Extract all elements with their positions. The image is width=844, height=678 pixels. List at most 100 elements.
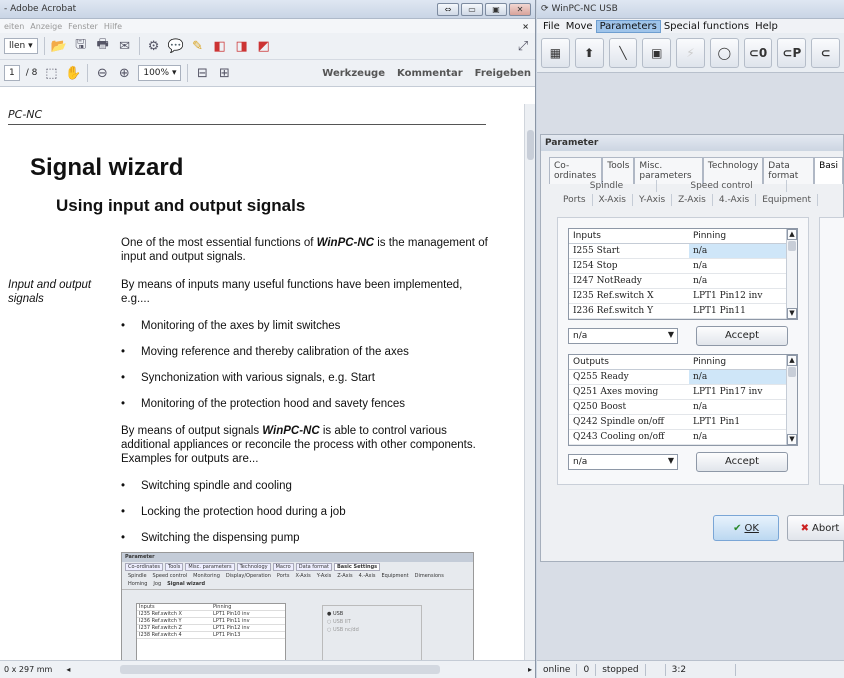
scroll-thumb[interactable] (788, 367, 796, 377)
acrobat-nav-toolbar: 1 / 8 ⬚ ✋ ⊖ ⊕ 100% ▾ ⊟ ⊞ Werkzeuge Komme… (0, 60, 535, 87)
home-icon[interactable]: ⬆ (574, 37, 604, 68)
menu-edit[interactable]: eiten (4, 22, 24, 31)
thumb-subtab: Ports (276, 573, 290, 579)
scroll-thumb[interactable] (527, 130, 534, 160)
thumb-tabs: Co-ordinates Tools Misc. parameters Tech… (122, 562, 473, 572)
comment-link[interactable]: Kommentar (397, 68, 463, 79)
expand-icon[interactable]: ⤢ (515, 38, 531, 54)
zoom-out-icon[interactable]: ⊖ (94, 65, 110, 81)
zoom-in-icon[interactable]: ⊕ (116, 65, 132, 81)
pdf-export-icon[interactable]: ◧ (212, 38, 228, 54)
thumb-subtab: Jog (153, 581, 162, 587)
abort-button[interactable]: ✖ Abort (787, 515, 844, 541)
table-row[interactable]: Q243 Cooling on/off n/a (569, 430, 797, 445)
zero-icon[interactable]: ⊂0 (743, 37, 773, 68)
lightning-icon[interactable]: ⚡ (676, 37, 705, 68)
tab-equipment[interactable]: Equipment (756, 194, 819, 206)
tool-icon[interactable]: ╲ (608, 37, 638, 68)
menu-help[interactable]: Help (752, 21, 781, 32)
tab-x-axis[interactable]: X-Axis (593, 194, 633, 206)
separator (187, 64, 189, 82)
tab-4-axis[interactable]: 4.-Axis (713, 194, 757, 206)
select-tool-icon[interactable]: ⬚ (43, 65, 59, 81)
outputs-pin-combo[interactable]: n/a ▼ (568, 454, 678, 470)
menu-help[interactable]: Hilfe (104, 22, 122, 31)
close-doc-icon[interactable]: × (522, 22, 529, 31)
vertical-scrollbar[interactable] (524, 104, 535, 660)
horizontal-scroll-thumb[interactable] (120, 665, 440, 674)
scroll-up-icon[interactable]: ▲ (787, 355, 797, 366)
inputs-accept-button[interactable]: Accept (696, 326, 788, 346)
outputs-accept-button[interactable]: Accept (696, 452, 788, 472)
winpc-toolbar: ▦ ⬆ ╲ ▣ ⚡ ◯ ⊂0 ⊂P ⊂ (537, 33, 844, 73)
column-header: Pinning (693, 231, 727, 241)
tools-link[interactable]: Werkzeuge (322, 68, 385, 79)
list-item: • Monitoring of the axes by limit switche… (121, 320, 341, 332)
machine-icon[interactable]: ▦ (541, 37, 570, 68)
settings-icon[interactable]: ⚙ (146, 38, 162, 54)
fit-page-icon[interactable]: ⊞ (216, 65, 232, 81)
table-row[interactable]: I236 Ref.switch Y LPT1 Pin11 (569, 304, 797, 319)
more-icon[interactable]: ⊂ (811, 37, 841, 68)
fit-width-icon[interactable]: ⊟ (194, 65, 210, 81)
open-folder-icon[interactable]: 📂 (51, 38, 67, 54)
scroll-thumb[interactable] (788, 241, 796, 251)
park-icon[interactable]: ⊂P (777, 37, 807, 68)
camera-icon[interactable]: ▣ (642, 37, 672, 68)
list-item-text: Moving reference and thereby calibration… (141, 346, 409, 358)
tab-ports[interactable]: Ports (557, 194, 593, 206)
inputs-scrollbar[interactable]: ▲ ▼ (786, 229, 797, 319)
restore-icon[interactable]: ⇔ (437, 2, 459, 16)
minimize-icon[interactable]: ▭ (461, 2, 483, 16)
print-icon[interactable]: 🖶 (95, 37, 111, 54)
scroll-right-icon[interactable]: ▸ (528, 665, 532, 674)
outputs-scrollbar[interactable]: ▲ ▼ (786, 355, 797, 445)
page-number-input[interactable]: 1 (4, 65, 20, 81)
table-row[interactable]: I247 NotReady n/a (569, 274, 797, 289)
reference-icon[interactable]: ◯ (709, 37, 739, 68)
hand-tool-icon[interactable]: ✋ (65, 65, 81, 81)
column-header: Inputs (573, 231, 601, 241)
list-item-text: Locking the protection hood during a job (141, 506, 346, 518)
chevron-down-icon: ▼ (667, 456, 674, 465)
share-link[interactable]: Freigeben (475, 68, 531, 79)
mail-icon[interactable]: ✉ (117, 38, 133, 54)
menu-view[interactable]: Anzeige (30, 22, 62, 31)
comment-icon[interactable]: 💬 (168, 38, 184, 54)
scroll-up-icon[interactable]: ▲ (787, 229, 797, 240)
zoom-dropdown[interactable]: 100% ▾ (138, 65, 182, 81)
inputs-pin-combo[interactable]: n/a ▼ (568, 328, 678, 344)
pdf-edit-icon[interactable]: ◩ (256, 38, 272, 54)
table-row[interactable]: Q250 Boost n/a (569, 400, 797, 415)
signal-pin: n/a (693, 261, 708, 271)
ok-button[interactable]: ✔ OK (713, 515, 779, 541)
scroll-down-icon[interactable]: ▼ (787, 434, 797, 445)
maximize-icon[interactable]: ▣ (485, 2, 507, 16)
save-icon[interactable]: 🖫 (73, 37, 89, 54)
separator (138, 37, 140, 55)
table-row[interactable]: Q255 Ready n/a (569, 370, 797, 385)
tab-speed-control[interactable]: Speed control (657, 180, 787, 192)
table-row[interactable]: I254 Stop n/a (569, 259, 797, 274)
tab-spindle[interactable]: Spindle (557, 180, 657, 192)
create-dropdown[interactable]: llen ▾ (4, 38, 38, 54)
tab-z-axis[interactable]: Z-Axis (672, 194, 713, 206)
table-row[interactable]: I235 Ref.switch X LPT1 Pin12 inv (569, 289, 797, 304)
thumb-subtabs: Spindle Speed control Monitoring Display… (122, 572, 473, 590)
table-row[interactable]: Q242 Spindle on/off LPT1 Pin1 (569, 415, 797, 430)
thumb-row: Inputs Pinning (137, 604, 285, 611)
menu-parameters[interactable]: Parameters (595, 19, 661, 33)
menu-window[interactable]: Fenster (68, 22, 98, 31)
scroll-down-icon[interactable]: ▼ (787, 308, 797, 319)
menu-special-functions[interactable]: Special functions (661, 21, 752, 32)
thumb-radio-label: USB nc/dd (332, 627, 359, 633)
pdf-combine-icon[interactable]: ◨ (234, 38, 250, 54)
menu-move[interactable]: Move (563, 21, 596, 32)
sign-icon[interactable]: ✎ (190, 38, 206, 54)
table-row[interactable]: Q251 Axes moving LPT1 Pin17 inv (569, 385, 797, 400)
menu-file[interactable]: File (540, 21, 563, 32)
tab-y-axis[interactable]: Y-Axis (633, 194, 673, 206)
table-row[interactable]: I255 Start n/a (569, 244, 797, 259)
close-window-icon[interactable]: ✕ (509, 2, 531, 16)
scroll-left-icon[interactable]: ◂ (66, 665, 70, 674)
